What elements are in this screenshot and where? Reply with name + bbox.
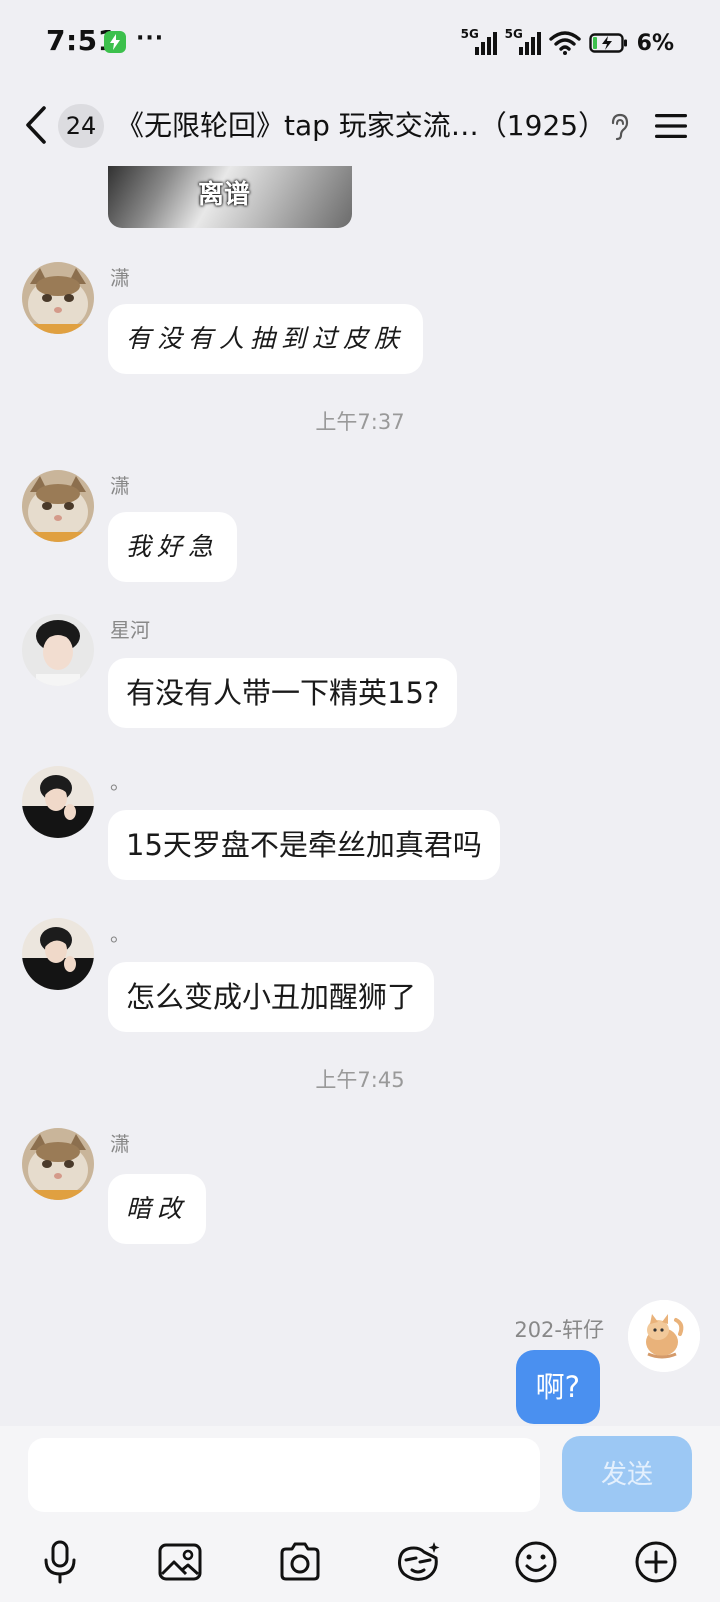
battery-icon [588,33,627,53]
signal-strength-icon: 5G [461,27,497,57]
cat-sticker-avatar-icon [628,1300,700,1372]
more-notifications-icon: ··· [136,26,165,51]
ear-mode-icon[interactable] [608,112,632,142]
cat-avatar-icon [22,1128,94,1200]
message-timestamp: 上午7:45 [315,1068,405,1092]
avatar[interactable] [22,766,94,838]
person-avatar-icon [22,918,94,990]
chat-message-list[interactable]: 离谱 潇 有没有人抽到过皮肤 上午7:37 潇 我好急 星河 有没有人带一下精英… [0,166,720,1426]
person-avatar-icon [22,766,94,838]
input-area: 发送 [0,1426,720,1602]
cat-avatar-icon [22,470,94,542]
sender-name: 潇 [110,1132,130,1156]
unread-count-badge[interactable]: 24 [58,104,104,148]
menu-icon[interactable] [654,112,688,140]
group-title[interactable]: 《无限轮回》tap 玩家交流…（1925） [116,104,606,148]
app-notification-icon [104,31,126,53]
avatar[interactable] [22,918,94,990]
cat-avatar-icon [22,262,94,334]
sender-name: 潇 [110,266,130,290]
image-caption: 离谱 [198,180,251,210]
sender-name: 。 [110,922,130,946]
battery-percentage: 6% [636,30,674,56]
signal-strength-icon-2: 5G [505,27,541,57]
sender-name-self: 202-轩仔 [514,1318,604,1342]
avatar[interactable] [22,1128,94,1200]
message-bubble[interactable]: 15天罗盘不是牵丝加真君吗 [108,810,500,880]
avatar[interactable] [22,614,94,686]
message-bubble[interactable]: 有没有人带一下精英15? [108,658,458,728]
message-bubble[interactable]: 暗改 [108,1174,207,1244]
avatar-self[interactable] [628,1300,700,1372]
image-icon[interactable] [156,1538,204,1586]
input-toolbar [0,1526,720,1602]
message-bubble[interactable]: 有没有人抽到过皮肤 [108,304,424,374]
back-arrow-icon[interactable] [22,104,52,146]
status-bar: 7:51 ··· 5G 5G 6% [0,0,720,86]
plus-icon[interactable] [632,1538,680,1586]
message-bubble-self[interactable]: 啊? [515,1350,600,1424]
message-bubble[interactable]: 我好急 [108,512,238,582]
sticker-icon[interactable] [394,1538,442,1586]
avatar[interactable] [22,262,94,334]
camera-icon[interactable] [276,1538,324,1586]
message-input[interactable] [28,1438,540,1512]
message-bubble[interactable]: 怎么变成小丑加醒狮了 [108,962,435,1032]
chat-header: 24 《无限轮回》tap 玩家交流…（1925） [0,86,720,166]
image-message[interactable]: 离谱 [108,166,352,228]
message-timestamp: 上午7:37 [315,410,405,434]
wifi-icon [548,31,581,55]
person-avatar-icon [22,614,94,686]
emoji-icon[interactable] [512,1538,560,1586]
microphone-icon[interactable] [36,1538,84,1586]
avatar[interactable] [22,470,94,542]
sender-name: 星河 [110,618,150,642]
sender-name: 潇 [110,474,130,498]
send-button[interactable]: 发送 [562,1436,692,1512]
sender-name: 。 [110,770,130,794]
